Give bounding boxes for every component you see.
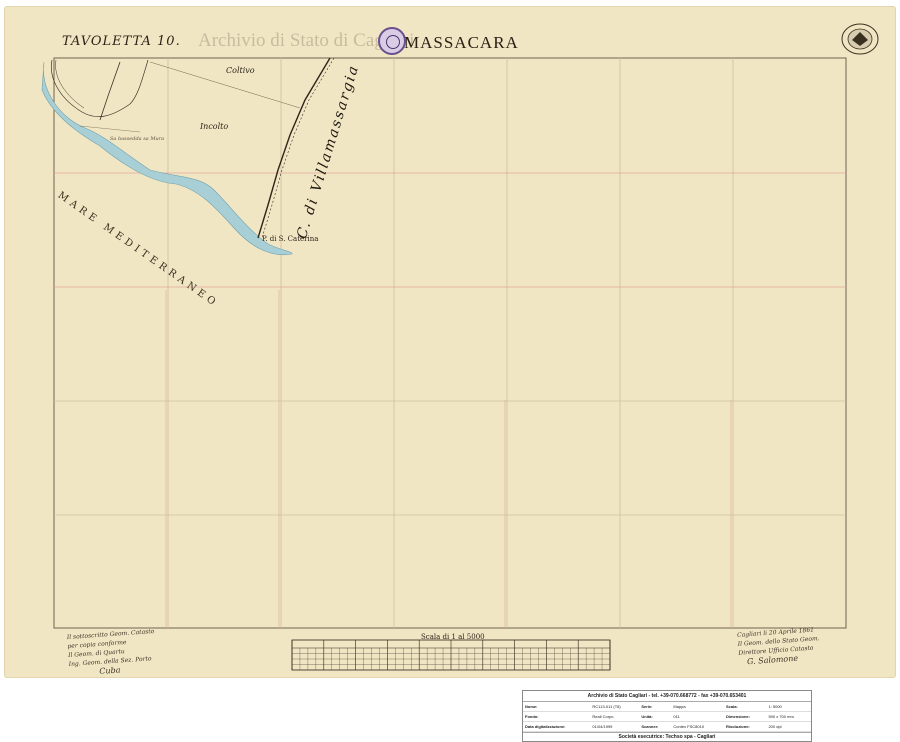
info-value: Mappa — [671, 702, 724, 712]
info-table: Nome: RC113-011 (T8) Serie: Mappa Scala:… — [523, 702, 811, 732]
info-key: Data digitalizzazione: — [523, 721, 591, 732]
road — [257, 57, 331, 239]
table-row: Fondo: Reali Corpo Unità: 011 Dimensione… — [523, 711, 811, 722]
info-value: 011 — [671, 711, 724, 722]
river-channel-2 — [55, 59, 85, 109]
label-coltivo: Coltivo — [226, 66, 255, 75]
info-key: Unità: — [639, 711, 672, 722]
seal-icon — [841, 23, 879, 55]
map-name: MASSACARA — [404, 33, 519, 52]
grid-lines — [54, 58, 846, 628]
field-boundary-3 — [99, 61, 121, 121]
tavoletta-title: TAVOLETTA 10. — [62, 34, 181, 49]
table-row: Nome: RC113-011 (T8) Serie: Mappa Scala:… — [523, 702, 811, 712]
archive-info-panel: Archivio di Stato Cagliari - tel. +39-07… — [522, 690, 812, 742]
info-value: 200 dpi — [766, 721, 811, 732]
label-incolto: Incolto — [200, 122, 229, 131]
info-value: 01/04/1999 — [590, 721, 640, 732]
info-value: 590 x 700 mm — [766, 711, 811, 722]
signature-note-left: Il sottoscritto Geom. Catasto per copia … — [67, 627, 158, 678]
info-value: Reali Corpo — [590, 711, 640, 722]
info-header: Archivio di Stato Cagliari - tel. +39-07… — [523, 691, 811, 702]
table-row: Data digitalizzazione: 01/04/1999 Scanne… — [523, 721, 811, 732]
map-frame — [53, 57, 847, 629]
info-key: Nome: — [523, 702, 591, 712]
info-key: Serie: — [639, 702, 672, 712]
signature-note-right: Cagliari li 20 Aprile 1861 Il Geom. dell… — [737, 625, 821, 667]
scale-ticks — [291, 640, 611, 670]
coastline-water — [41, 61, 293, 256]
info-key: Scanner: — [639, 721, 672, 732]
field-boundary-1 — [149, 61, 301, 109]
info-value: 1: 5000 — [766, 702, 811, 712]
info-key: Dimensione: — [723, 711, 767, 722]
info-value: RC113-011 (T8) — [590, 702, 640, 712]
river-channel — [50, 59, 149, 118]
info-key: Fondo: — [523, 711, 591, 722]
scale-title: Scala di 1 al 5000 — [421, 633, 485, 641]
info-key: Risoluzione: — [723, 721, 767, 732]
info-key: Scala: — [723, 702, 767, 712]
label-small-place: Sa bassedda sa Mura — [110, 136, 165, 142]
info-value: Contex FSC8010 — [671, 721, 724, 732]
archive-stamp — [378, 27, 406, 55]
